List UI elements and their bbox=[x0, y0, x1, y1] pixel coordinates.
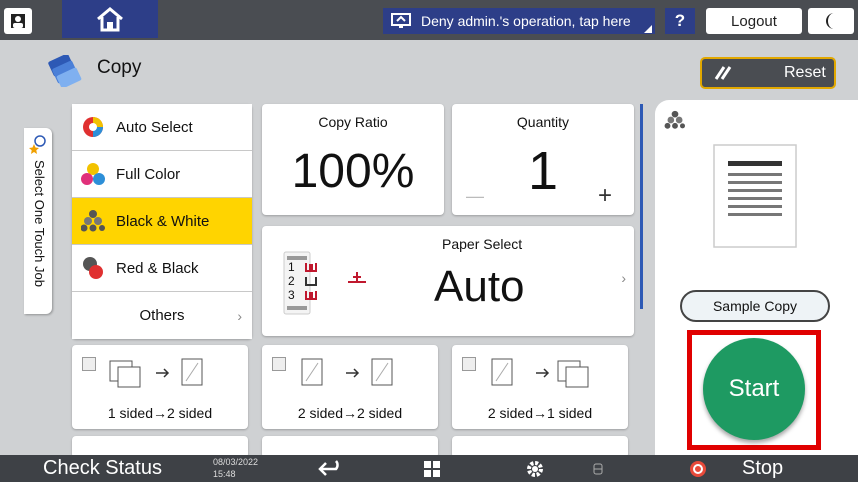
check-status-label: Check Status bbox=[43, 457, 162, 479]
chevron-right-icon: › bbox=[237, 307, 242, 324]
side-tab-select-one-touch-job[interactable]: Select One Touch Job bbox=[24, 128, 52, 314]
duplex-label: 2 sided→1 sided bbox=[487, 405, 593, 421]
home-button[interactable] bbox=[62, 0, 158, 38]
red-black-option[interactable]: Red & Black bbox=[72, 245, 252, 292]
chevron-right-icon: › bbox=[621, 270, 626, 286]
side-tab-label: Select One Touch Job bbox=[32, 160, 47, 287]
back-arrow-icon[interactable] bbox=[318, 459, 344, 479]
start-label: Start bbox=[728, 375, 780, 402]
duplex-1to2-option[interactable]: 1 sided→2 sided bbox=[72, 345, 248, 429]
stop-icon bbox=[690, 461, 706, 477]
check-status-button[interactable]: Check Status bbox=[0, 455, 205, 482]
tray-paper-icon bbox=[305, 263, 317, 300]
black-white-status-icon bbox=[664, 110, 685, 129]
tray-number: 1 bbox=[288, 260, 295, 274]
reset-button[interactable]: Reset bbox=[700, 57, 836, 89]
copy-app-icon bbox=[48, 55, 82, 87]
start-button[interactable]: Start bbox=[703, 338, 805, 440]
checkbox[interactable] bbox=[82, 357, 96, 371]
paper-select-label: Paper Select bbox=[442, 236, 523, 252]
red-black-icon bbox=[81, 256, 105, 280]
paper-select-value: Auto bbox=[434, 262, 525, 311]
help-button[interactable]: ? bbox=[665, 8, 695, 34]
corner-arrow-icon bbox=[644, 25, 652, 33]
checkbox[interactable] bbox=[272, 357, 286, 371]
logout-button[interactable]: Logout bbox=[706, 8, 802, 34]
duplex-2to1-option[interactable]: 2 sided→1 sided bbox=[452, 345, 628, 429]
deny-admin-operation-button[interactable]: Deny admin.'s operation, tap here bbox=[383, 8, 655, 34]
paper-select-button[interactable]: Paper Select Auto › 1 2 3 bbox=[262, 226, 634, 336]
full-color-icon bbox=[81, 162, 105, 186]
logout-label: Logout bbox=[731, 12, 777, 30]
auto-color-icon bbox=[81, 115, 105, 139]
one-to-two-sided-icon bbox=[109, 358, 203, 388]
duplex-label: 1 sided→2 sided bbox=[107, 405, 213, 421]
screen-share-icon bbox=[391, 13, 411, 28]
help-label: ? bbox=[674, 11, 686, 30]
user-button[interactable] bbox=[4, 8, 32, 34]
copy-ratio-label: Copy Ratio bbox=[318, 114, 388, 130]
top-bar: Deny admin.'s operation, tap here ? Logo… bbox=[0, 0, 858, 40]
scroll-indicator[interactable] bbox=[640, 104, 643, 309]
stop-label: Stop bbox=[742, 457, 784, 479]
option-label: Full Color bbox=[116, 165, 181, 183]
others-option[interactable]: Others › bbox=[72, 292, 252, 339]
option-label: Red & Black bbox=[116, 259, 199, 277]
option-label: Black & White bbox=[116, 212, 210, 230]
copy-ratio-value: 100% bbox=[291, 145, 415, 198]
apps-grid-icon[interactable] bbox=[423, 460, 441, 478]
black-white-icon bbox=[80, 209, 105, 233]
one-touch-star-icon bbox=[29, 135, 46, 154]
document-preview-icon bbox=[713, 144, 797, 248]
quantity-minus-button[interactable]: — bbox=[466, 186, 484, 207]
quantity-plus-button[interactable]: + bbox=[598, 182, 612, 210]
black-white-option[interactable]: Black & White bbox=[72, 198, 252, 245]
bypass-tray-icon bbox=[348, 272, 366, 283]
duplex-label: 2 sided→2 sided bbox=[297, 405, 403, 421]
tray-number: 3 bbox=[288, 288, 295, 302]
two-to-two-sided-icon bbox=[301, 358, 393, 386]
deny-admin-label: Deny admin.'s operation, tap here bbox=[421, 13, 631, 29]
reset-label: Reset bbox=[784, 64, 826, 81]
quantity-stepper[interactable]: Quantity 1 — + bbox=[452, 104, 634, 215]
gear-icon[interactable] bbox=[525, 459, 545, 479]
checkbox[interactable] bbox=[462, 357, 476, 371]
copy-ratio-button[interactable]: Copy Ratio 100% bbox=[262, 104, 444, 215]
duplex-2to2-option[interactable]: 2 sided→2 sided bbox=[262, 345, 438, 429]
home-icon bbox=[97, 7, 123, 32]
stop-button[interactable]: Stop bbox=[742, 455, 802, 482]
energy-saver-button[interactable] bbox=[808, 8, 854, 34]
date-display: 08/03/2022 bbox=[213, 457, 259, 467]
option-label: Others bbox=[139, 307, 185, 324]
two-to-one-sided-icon bbox=[491, 358, 589, 388]
storage-icon bbox=[593, 463, 603, 475]
quantity-label: Quantity bbox=[516, 114, 570, 130]
auto-select-option[interactable]: Auto Select bbox=[72, 104, 252, 151]
option-label: Auto Select bbox=[116, 118, 193, 136]
sample-copy-label: Sample Copy bbox=[712, 298, 798, 314]
tray-number: 2 bbox=[288, 274, 295, 288]
time-display: 15:48 bbox=[213, 469, 236, 479]
page-title: Copy bbox=[97, 57, 142, 78]
reset-icon bbox=[714, 66, 732, 80]
full-color-option[interactable]: Full Color bbox=[72, 151, 252, 198]
sample-copy-button[interactable]: Sample Copy bbox=[680, 290, 830, 322]
user-icon bbox=[11, 14, 25, 28]
crescent-moon-icon bbox=[826, 13, 834, 29]
bottom-bar: Check Status 08/03/2022 15:48 Stop bbox=[0, 455, 858, 482]
